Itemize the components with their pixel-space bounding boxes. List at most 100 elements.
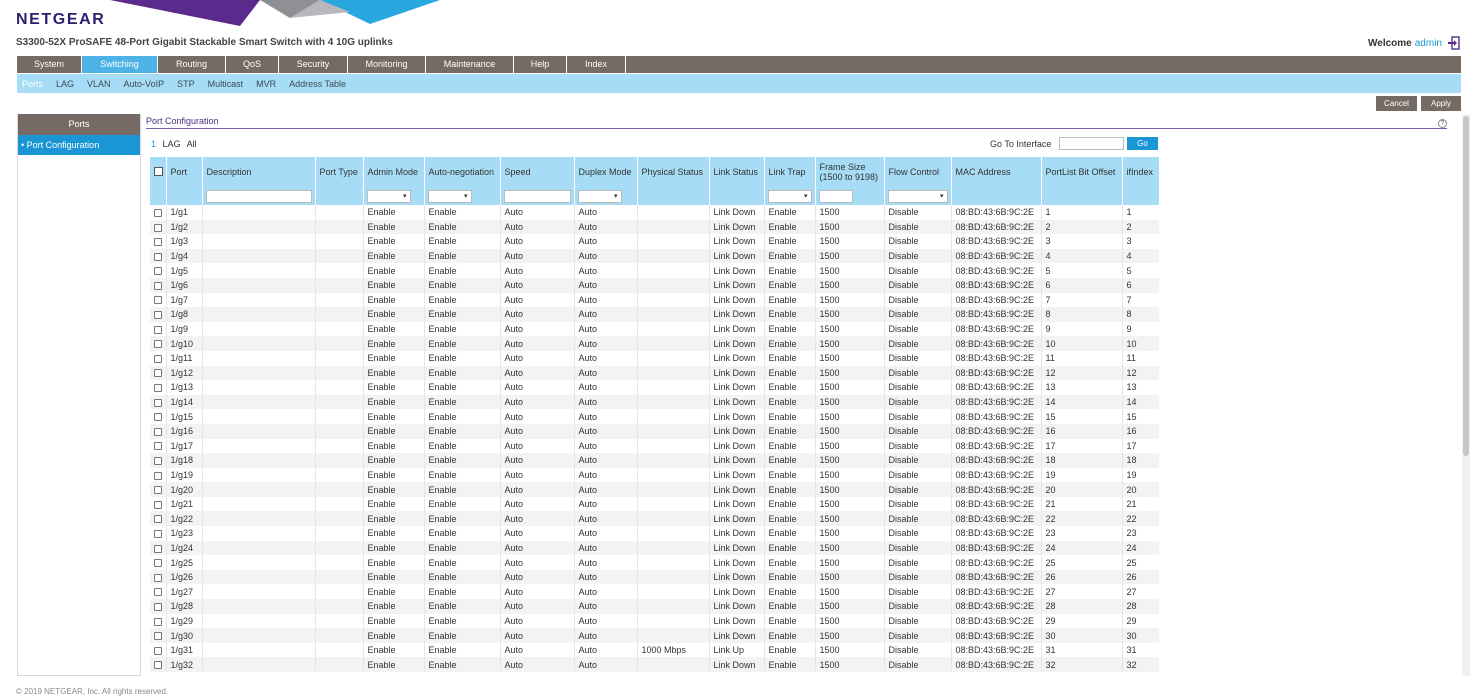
subtab-stp[interactable]: STP <box>177 79 195 89</box>
help-icon[interactable]: ? <box>1438 119 1447 128</box>
tab-index[interactable]: Index <box>567 56 626 73</box>
tab-routing[interactable]: Routing <box>158 56 226 73</box>
row-checkbox[interactable] <box>154 398 162 407</box>
tab-security[interactable]: Security <box>279 56 348 73</box>
select-all-checkbox[interactable] <box>154 166 163 176</box>
description-edit-input[interactable] <box>205 189 312 203</box>
col-link-status[interactable]: Link Status <box>709 157 765 187</box>
tab-maintenance[interactable]: Maintenance <box>426 56 514 73</box>
duplex-mode-select[interactable]: ▾ <box>577 189 622 203</box>
table-row[interactable]: 1/g15 Enable Enable Auto Auto Link Down Enable… <box>150 409 1159 424</box>
table-row[interactable]: 1/g6 Enable Enable Auto Auto Link Down Enable 1… <box>150 277 1159 293</box>
table-row[interactable]: 1/g21 Enable Enable Auto Auto Link Down Enable… <box>150 496 1159 512</box>
link-trap-select[interactable]: ▾ <box>767 189 812 203</box>
table-row[interactable]: 1/g18 Enable Enable Auto Auto Link Down Enable… <box>150 453 1159 468</box>
row-checkbox[interactable] <box>154 588 162 597</box>
table-row[interactable]: 1/g19 Enable Enable Auto Auto Link Down Enable… <box>150 467 1159 483</box>
apply-button[interactable]: Apply <box>1421 96 1461 111</box>
filter-lag[interactable]: LAG <box>163 139 181 149</box>
row-checkbox[interactable] <box>154 252 162 261</box>
row-checkbox[interactable] <box>154 559 162 568</box>
table-row[interactable]: 1/g26 Enable Enable Auto Auto Link Down Enable… <box>150 569 1159 585</box>
row-checkbox[interactable] <box>154 311 162 320</box>
row-checkbox[interactable] <box>154 500 162 509</box>
table-row[interactable]: 1/g28 Enable Enable Auto Auto Link Down Enable… <box>150 599 1159 614</box>
table-row[interactable]: 1/g5 Enable Enable Auto Auto Link Down Enable 1… <box>150 263 1159 278</box>
row-checkbox[interactable] <box>154 661 162 670</box>
row-checkbox[interactable] <box>154 208 162 217</box>
subtab-mvr[interactable]: MVR <box>256 79 276 89</box>
col-ifindex[interactable]: ifIndex <box>1122 157 1159 187</box>
col-link-trap[interactable]: Link Trap <box>764 157 816 187</box>
tab-help[interactable]: Help <box>514 56 567 73</box>
col-duplex-mode[interactable]: Duplex Mode <box>574 157 638 187</box>
row-checkbox[interactable] <box>154 617 162 626</box>
row-checkbox[interactable] <box>154 267 162 276</box>
col-admin-mode[interactable]: Admin Mode <box>363 157 425 187</box>
row-checkbox[interactable] <box>154 515 162 524</box>
row-checkbox[interactable] <box>154 223 162 232</box>
col-physical-status[interactable]: Physical Status <box>637 157 710 187</box>
subtab-lag[interactable]: LAG <box>56 79 74 89</box>
col-port-type[interactable]: Port Type <box>315 157 364 187</box>
tab-qos[interactable]: QoS <box>226 56 279 73</box>
table-row[interactable]: 1/g23 Enable Enable Auto Auto Link Down Enable… <box>150 526 1159 541</box>
table-row[interactable]: 1/g11 Enable Enable Auto Auto Link Down Enable… <box>150 350 1159 366</box>
table-row[interactable]: 1/g3 Enable Enable Auto Auto Link Down Enable 1… <box>150 234 1159 249</box>
col-mac-address[interactable]: MAC Address <box>951 157 1042 187</box>
table-row[interactable]: 1/g24 Enable Enable Auto Auto Link Down Enable… <box>150 540 1159 556</box>
filter-unit-1[interactable]: 1 <box>151 139 156 149</box>
goto-interface-input[interactable] <box>1059 137 1124 150</box>
page-scrollbar[interactable] <box>1462 114 1470 676</box>
flow-control-select[interactable]: ▾ <box>887 189 948 203</box>
row-checkbox[interactable] <box>154 471 162 480</box>
table-row[interactable]: 1/g10 Enable Enable Auto Auto Link Down Enable… <box>150 336 1159 351</box>
filter-all[interactable]: All <box>187 139 197 149</box>
table-row[interactable]: 1/g14 Enable Enable Auto Auto Link Down Enable… <box>150 394 1159 410</box>
row-checkbox[interactable] <box>154 529 162 538</box>
table-row[interactable]: 1/g29 Enable Enable Auto Auto Link Down Enable… <box>150 613 1159 629</box>
col-portlist-bit-offset[interactable]: PortList Bit Offset <box>1041 157 1123 187</box>
row-checkbox[interactable] <box>154 369 162 378</box>
col-description[interactable]: Description <box>202 157 316 187</box>
table-row[interactable]: 1/g20 Enable Enable Auto Auto Link Down Enable… <box>150 482 1159 497</box>
row-checkbox[interactable] <box>154 602 162 611</box>
row-checkbox[interactable] <box>154 632 162 641</box>
frame-size-input[interactable] <box>818 189 853 203</box>
table-row[interactable]: 1/g25 Enable Enable Auto Auto Link Down Enable… <box>150 555 1159 570</box>
table-row[interactable]: 1/g32 Enable Enable Auto Auto Link Down Enable… <box>150 657 1159 672</box>
speed-edit-input[interactable] <box>503 189 571 203</box>
subtab-vlan[interactable]: VLAN <box>87 79 111 89</box>
col-auto-negotiation[interactable]: Auto-negotiation <box>424 157 501 187</box>
table-row[interactable]: 1/g17 Enable Enable Auto Auto Link Down Enable… <box>150 438 1159 454</box>
tab-monitoring[interactable]: Monitoring <box>348 56 426 73</box>
tab-system[interactable]: System <box>17 56 82 73</box>
subtab-auto-voip[interactable]: Auto-VoIP <box>124 79 165 89</box>
row-checkbox[interactable] <box>154 384 162 393</box>
table-row[interactable]: 1/g12 Enable Enable Auto Auto Link Down Enable… <box>150 365 1159 381</box>
cancel-button[interactable]: Cancel <box>1376 96 1417 111</box>
col-flow-control[interactable]: Flow Control <box>884 157 952 187</box>
subtab-ports[interactable]: Ports <box>22 79 43 89</box>
row-checkbox[interactable] <box>154 442 162 451</box>
subtab-multicast[interactable]: Multicast <box>208 79 244 89</box>
table-row[interactable]: 1/g13 Enable Enable Auto Auto Link Down Enable… <box>150 380 1159 395</box>
table-row[interactable]: 1/g27 Enable Enable Auto Auto Link Down Enable… <box>150 584 1159 600</box>
row-checkbox[interactable] <box>154 340 162 349</box>
tab-switching[interactable]: Switching <box>82 56 158 73</box>
row-checkbox[interactable] <box>154 646 162 655</box>
col-frame-size[interactable]: Frame Size (1500 to 9198) <box>815 157 885 187</box>
table-row[interactable]: 1/g4 Enable Enable Auto Auto Link Down Enable 1… <box>150 248 1159 264</box>
side-item-port-configuration[interactable]: • Port Configuration <box>18 135 140 155</box>
table-row[interactable]: 1/g8 Enable Enable Auto Auto Link Down Enable 1… <box>150 307 1159 322</box>
table-row[interactable]: 1/g16 Enable Enable Auto Auto Link Down Enable… <box>150 423 1159 439</box>
row-checkbox[interactable] <box>154 296 162 305</box>
logout-icon[interactable] <box>1448 36 1460 50</box>
row-checkbox[interactable] <box>154 427 162 436</box>
table-row[interactable]: 1/g7 Enable Enable Auto Auto Link Down Enable 1… <box>150 292 1159 308</box>
username-link[interactable]: admin <box>1415 38 1442 49</box>
table-row[interactable]: 1/g31 Enable Enable Auto Auto 1000 Mbps Link U… <box>150 642 1159 658</box>
col-port[interactable]: Port <box>166 157 203 187</box>
row-checkbox[interactable] <box>154 281 162 290</box>
row-checkbox[interactable] <box>154 413 162 422</box>
